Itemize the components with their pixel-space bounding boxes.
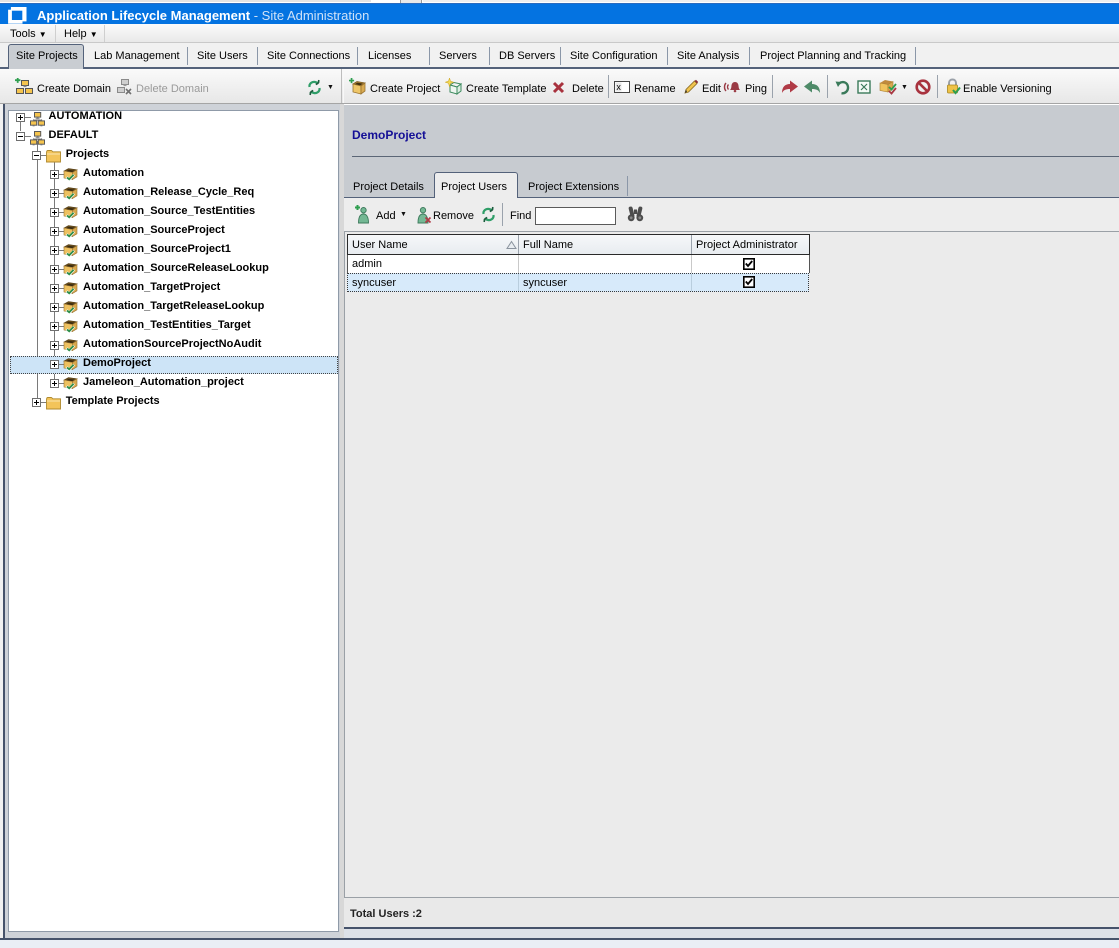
svg-text:x: x bbox=[616, 82, 621, 92]
